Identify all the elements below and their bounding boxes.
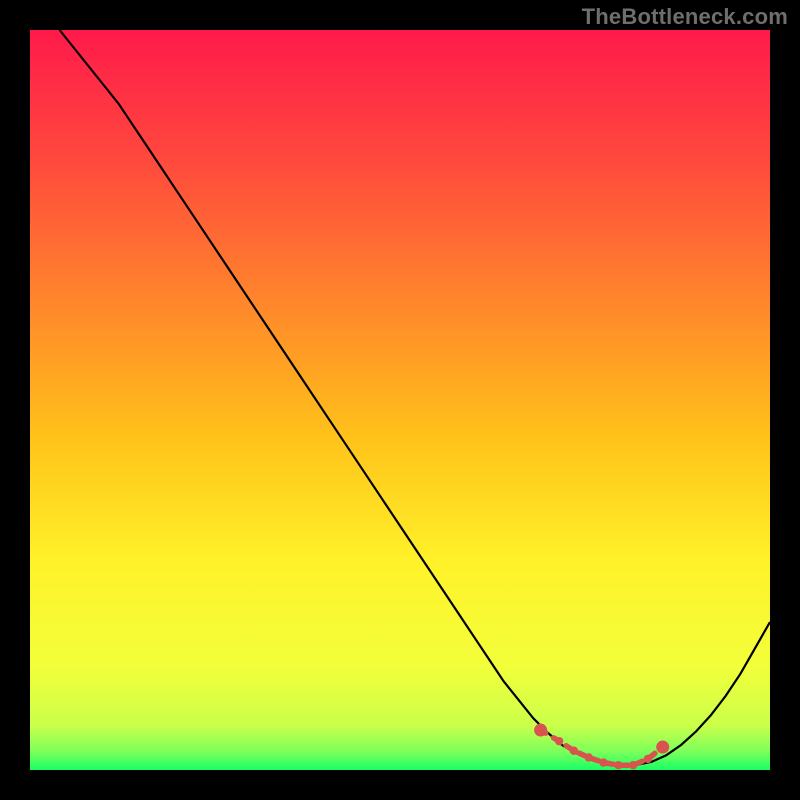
marker-dot	[614, 761, 622, 769]
marker-dot	[656, 741, 669, 754]
marker-dot	[599, 758, 607, 766]
chart-svg	[0, 0, 800, 800]
marker-dot	[629, 761, 637, 769]
marker-dot	[570, 747, 578, 755]
marker-dot	[585, 753, 593, 761]
plot-area	[30, 30, 770, 770]
watermark-text: TheBottleneck.com	[582, 4, 788, 30]
marker-dot	[534, 724, 547, 737]
bottleneck-chart: TheBottleneck.com	[0, 0, 800, 800]
marker-dot	[555, 737, 563, 745]
marker-dot	[644, 755, 652, 763]
